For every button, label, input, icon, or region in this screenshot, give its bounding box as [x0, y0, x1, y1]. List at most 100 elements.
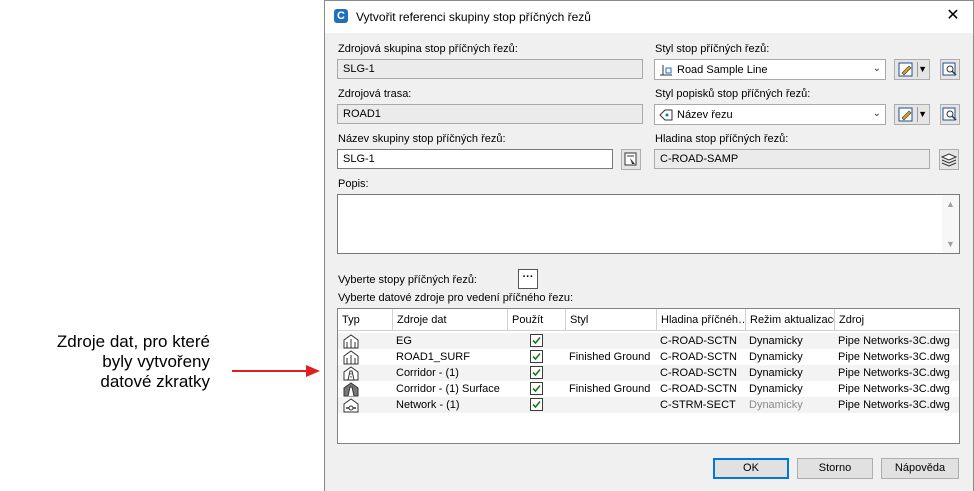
use-checkbox[interactable]: [530, 398, 543, 411]
cell-origin: Pipe Networks-3C.dwg: [838, 399, 950, 411]
checkmark-icon: [532, 384, 541, 393]
ok-button[interactable]: OK: [713, 458, 789, 479]
cell-layer: C-ROAD-SCTN: [660, 367, 737, 379]
use-checkbox[interactable]: [530, 366, 543, 379]
cell-layer: C-ROAD-SCTN: [660, 351, 737, 363]
description-textarea[interactable]: ▲ ▼: [337, 194, 960, 254]
cell-update-mode: Dynamicky: [749, 383, 803, 395]
surface-icon: [343, 334, 359, 349]
table-row[interactable]: Corridor - (1) C-ROAD-SCTN Dynamicky Pip…: [338, 365, 959, 381]
cell-layer: C-ROAD-SCTN: [660, 383, 737, 395]
scroll-down-icon[interactable]: ▼: [942, 239, 959, 249]
source-group-label: Zdrojová skupina stop příčných řezů:: [338, 43, 518, 55]
cancel-button[interactable]: Storno: [797, 458, 873, 479]
cell-origin: Pipe Networks-3C.dwg: [838, 351, 950, 363]
pipe-network-icon: [343, 398, 359, 413]
col-header-type[interactable]: Typ: [338, 309, 393, 331]
cell-source: ROAD1_SURF: [396, 351, 470, 363]
sample-line-style-select[interactable]: Road Sample Line ⌄: [654, 59, 886, 80]
chevron-down-icon: ⌄: [872, 63, 881, 74]
checkmark-icon: [532, 400, 541, 409]
callout-line-1: Zdroje dat, pro které: [56, 332, 210, 351]
cell-update-mode: Dynamicky: [749, 367, 803, 379]
layer-field: C-ROAD-SAMP: [654, 149, 930, 169]
sample-line-style-label: Styl stop příčných řezů:: [655, 43, 770, 55]
close-button[interactable]: ✕: [943, 6, 963, 26]
use-checkbox[interactable]: [530, 350, 543, 363]
label-style-select[interactable]: Název řezu ⌄: [654, 104, 886, 125]
label-style-icon: [659, 109, 673, 121]
select-sample-lines-button[interactable]: ···: [518, 269, 538, 289]
cell-source: Corridor - (1) Surface: [396, 383, 500, 395]
description-label: Popis:: [338, 178, 369, 190]
label-style-edit-button[interactable]: ▼: [894, 104, 930, 125]
layer-label: Hladina stop příčných řezů:: [655, 133, 789, 145]
select-sample-lines-label: Vyberte stopy příčných řezů:: [338, 274, 477, 286]
group-name-input[interactable]: SLG-1: [337, 149, 613, 169]
source-alignment-label: Zdrojová trasa:: [338, 88, 412, 100]
cell-update-mode: Dynamicky: [749, 399, 803, 411]
edit-style-icon: [898, 107, 913, 122]
help-button[interactable]: Nápověda: [881, 458, 959, 479]
cell-style: Finished Ground: [569, 383, 651, 395]
callout-line-2: byly vytvořeny: [102, 352, 210, 371]
use-checkbox[interactable]: [530, 382, 543, 395]
checkmark-icon: [532, 336, 541, 345]
grid-header: Typ Zdroje dat Použít Styl Hladina příčn…: [338, 309, 959, 331]
corridor-icon: [343, 366, 359, 381]
surface-icon: [343, 350, 359, 365]
col-header-style[interactable]: Styl: [566, 309, 657, 331]
source-alignment-field: ROAD1: [337, 104, 643, 124]
label-style-value: Název řezu: [677, 109, 733, 121]
sample-line-style-icon: [660, 65, 672, 76]
col-header-layer[interactable]: Hladina příčnéh…: [657, 309, 746, 331]
layer-button[interactable]: [939, 149, 959, 170]
group-name-label: Název skupiny stop příčných řezů:: [338, 133, 506, 145]
callout-text: Zdroje dat, pro které byly vytvořeny dat…: [10, 332, 210, 392]
checkmark-icon: [532, 368, 541, 377]
dialog-title: Vytvořit referenci skupiny stop příčných…: [356, 10, 591, 24]
sample-line-style-edit-button[interactable]: ▼: [894, 59, 930, 80]
callout-line-3: datové zkratky: [100, 372, 210, 391]
table-row[interactable]: Network - (1) C-STRM-SECT Dynamicky Pipe…: [338, 397, 959, 413]
label-style-pick-button[interactable]: [940, 104, 960, 125]
civil3d-app-icon: C: [334, 9, 348, 23]
cell-layer: C-STRM-SECT: [660, 399, 736, 411]
cell-source: Corridor - (1): [396, 367, 459, 379]
col-header-use[interactable]: Použít: [508, 309, 566, 331]
corridor-surface-icon: [343, 382, 359, 397]
sample-line-style-value: Road Sample Line: [677, 64, 768, 76]
data-sources-grid: Typ Zdroje dat Použít Styl Hladina příčn…: [337, 308, 960, 444]
cell-source: Network - (1): [396, 399, 460, 411]
dropdown-triangle-icon: ▼: [918, 64, 927, 74]
col-header-source[interactable]: Zdroje dat: [393, 309, 508, 331]
table-row[interactable]: ROAD1_SURF Finished Ground C-ROAD-SCTN D…: [338, 349, 959, 365]
sample-line-style-pick-button[interactable]: [940, 59, 960, 80]
chevron-down-icon: ⌄: [872, 108, 881, 119]
rename-button[interactable]: [621, 149, 641, 170]
dropdown-triangle-icon: ▼: [918, 109, 927, 119]
cell-origin: Pipe Networks-3C.dwg: [838, 367, 950, 379]
cell-source: EG: [396, 335, 412, 347]
select-sources-label: Vyberte datové zdroje pro vedení příčnéh…: [338, 292, 574, 304]
edit-style-icon: [898, 62, 913, 77]
scroll-up-icon[interactable]: ▲: [942, 199, 959, 209]
cell-update-mode: Dynamicky: [749, 351, 803, 363]
layers-icon: [940, 153, 958, 167]
table-row[interactable]: Corridor - (1) Surface Finished Ground C…: [338, 381, 959, 397]
cell-layer: C-ROAD-SCTN: [660, 335, 737, 347]
callout-arrow: [232, 365, 320, 377]
magnify-select-icon: [942, 107, 957, 121]
col-header-update-mode[interactable]: Režim aktualizace: [746, 309, 835, 331]
cell-update-mode: Dynamicky: [749, 335, 803, 347]
cell-style: [566, 333, 657, 349]
table-row[interactable]: EG C-ROAD-SCTN Dynamicky Pipe Networks-3…: [338, 333, 959, 349]
col-header-origin[interactable]: Zdroj: [835, 309, 959, 331]
create-reference-dialog: C Vytvořit referenci skupiny stop příčný…: [324, 0, 974, 491]
description-scrollbar[interactable]: ▲ ▼: [942, 195, 959, 253]
use-checkbox[interactable]: [530, 334, 543, 347]
source-group-field: SLG-1: [337, 59, 643, 79]
magnify-select-icon: [942, 62, 957, 76]
cell-origin: Pipe Networks-3C.dwg: [838, 335, 950, 347]
cell-origin: Pipe Networks-3C.dwg: [838, 383, 950, 395]
